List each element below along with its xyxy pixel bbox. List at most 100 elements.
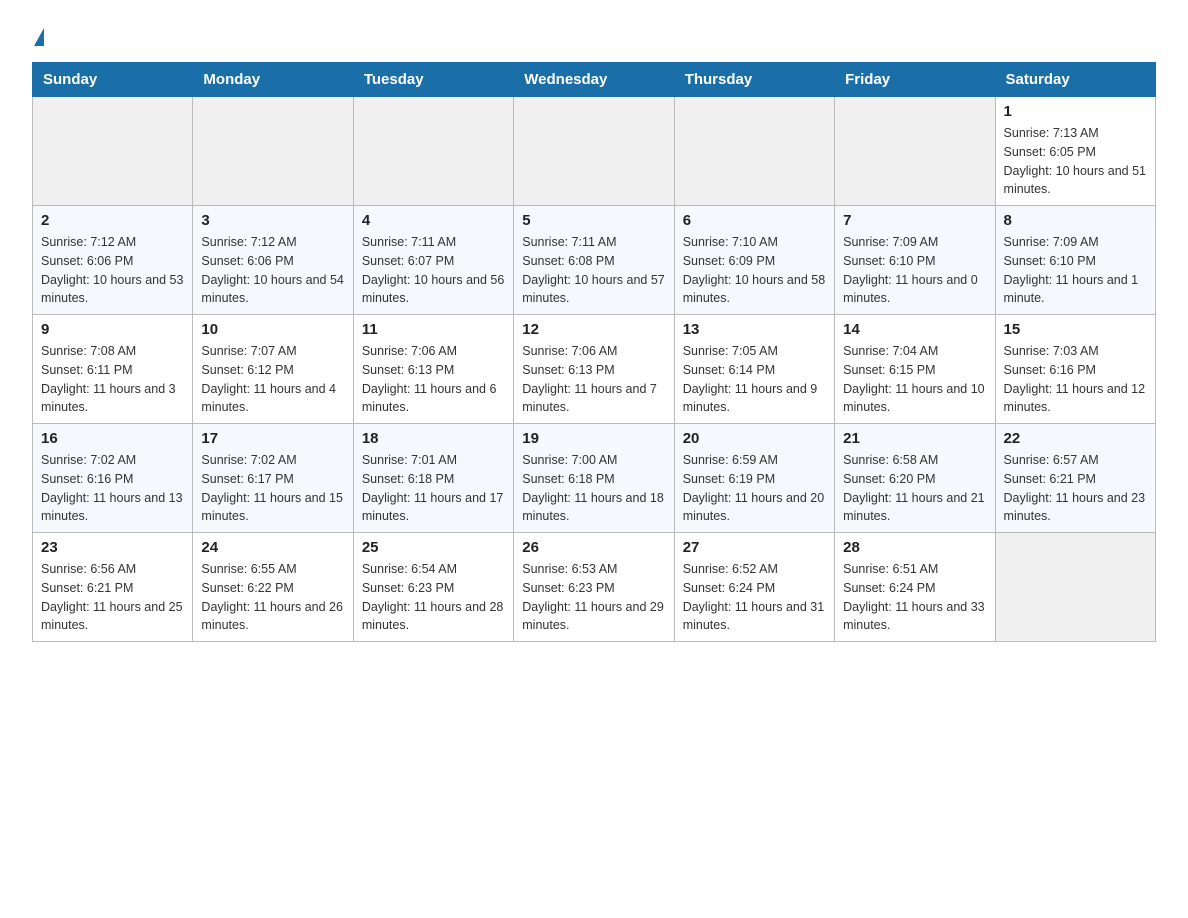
calendar-cell (835, 97, 995, 206)
day-info: Sunrise: 7:07 AMSunset: 6:12 PMDaylight:… (201, 342, 344, 417)
calendar-cell: 27 Sunrise: 6:52 AMSunset: 6:24 PMDayligh… (674, 533, 834, 642)
day-number: 12 (522, 321, 665, 338)
day-info: Sunrise: 7:01 AMSunset: 6:18 PMDaylight:… (362, 451, 505, 526)
day-info: Sunrise: 6:56 AMSunset: 6:21 PMDaylight:… (41, 560, 184, 635)
day-info: Sunrise: 7:12 AMSunset: 6:06 PMDaylight:… (41, 233, 184, 308)
calendar-week-row-4: 16 Sunrise: 7:02 AMSunset: 6:16 PMDayligh… (33, 424, 1156, 533)
day-number: 16 (41, 430, 184, 447)
calendar-cell (33, 97, 193, 206)
day-info: Sunrise: 7:11 AMSunset: 6:07 PMDaylight:… (362, 233, 505, 308)
day-info: Sunrise: 6:57 AMSunset: 6:21 PMDaylight:… (1004, 451, 1147, 526)
day-info: Sunrise: 6:59 AMSunset: 6:19 PMDaylight:… (683, 451, 826, 526)
weekday-header-tuesday: Tuesday (353, 63, 513, 97)
calendar-cell: 17 Sunrise: 7:02 AMSunset: 6:17 PMDayligh… (193, 424, 353, 533)
day-number: 17 (201, 430, 344, 447)
calendar-cell: 18 Sunrise: 7:01 AMSunset: 6:18 PMDayligh… (353, 424, 513, 533)
day-number: 10 (201, 321, 344, 338)
day-info: Sunrise: 6:52 AMSunset: 6:24 PMDaylight:… (683, 560, 826, 635)
calendar-cell: 25 Sunrise: 6:54 AMSunset: 6:23 PMDayligh… (353, 533, 513, 642)
calendar-cell: 16 Sunrise: 7:02 AMSunset: 6:16 PMDayligh… (33, 424, 193, 533)
day-info: Sunrise: 7:00 AMSunset: 6:18 PMDaylight:… (522, 451, 665, 526)
calendar-cell: 1 Sunrise: 7:13 AMSunset: 6:05 PMDaylight… (995, 97, 1155, 206)
calendar-cell: 4 Sunrise: 7:11 AMSunset: 6:07 PMDaylight… (353, 206, 513, 315)
day-info: Sunrise: 7:06 AMSunset: 6:13 PMDaylight:… (362, 342, 505, 417)
calendar-cell: 8Sunrise: 7:09 AMSunset: 6:10 PMDaylight… (995, 206, 1155, 315)
day-number: 5 (522, 212, 665, 229)
calendar-week-row-1: 1 Sunrise: 7:13 AMSunset: 6:05 PMDaylight… (33, 97, 1156, 206)
day-number: 24 (201, 539, 344, 556)
weekday-header-monday: Monday (193, 63, 353, 97)
day-number: 18 (362, 430, 505, 447)
day-number: 14 (843, 321, 986, 338)
day-number: 23 (41, 539, 184, 556)
day-number: 2 (41, 212, 184, 229)
day-number: 26 (522, 539, 665, 556)
calendar-cell: 14 Sunrise: 7:04 AMSunset: 6:15 PMDayligh… (835, 315, 995, 424)
day-number: 1 (1004, 103, 1147, 120)
weekday-header-sunday: Sunday (33, 63, 193, 97)
day-number: 6 (683, 212, 826, 229)
day-number: 20 (683, 430, 826, 447)
day-number: 4 (362, 212, 505, 229)
day-info: Sunrise: 7:10 AMSunset: 6:09 PMDaylight:… (683, 233, 826, 308)
calendar-week-row-3: 9 Sunrise: 7:08 AMSunset: 6:11 PMDaylight… (33, 315, 1156, 424)
calendar-cell: 13 Sunrise: 7:05 AMSunset: 6:14 PMDayligh… (674, 315, 834, 424)
calendar-cell: 24 Sunrise: 6:55 AMSunset: 6:22 PMDayligh… (193, 533, 353, 642)
day-number: 22 (1004, 430, 1147, 447)
calendar-cell (514, 97, 674, 206)
calendar-cell (674, 97, 834, 206)
calendar-cell: 7 Sunrise: 7:09 AMSunset: 6:10 PMDaylight… (835, 206, 995, 315)
day-info: Sunrise: 7:03 AMSunset: 6:16 PMDaylight:… (1004, 342, 1147, 417)
weekday-header-wednesday: Wednesday (514, 63, 674, 97)
calendar-cell (193, 97, 353, 206)
day-info: Sunrise: 7:09 AMSunset: 6:10 PMDaylight:… (1004, 233, 1147, 308)
calendar-cell: 9 Sunrise: 7:08 AMSunset: 6:11 PMDaylight… (33, 315, 193, 424)
day-number: 19 (522, 430, 665, 447)
weekday-header-friday: Friday (835, 63, 995, 97)
calendar-cell: 20 Sunrise: 6:59 AMSunset: 6:19 PMDayligh… (674, 424, 834, 533)
day-info: Sunrise: 6:53 AMSunset: 6:23 PMDaylight:… (522, 560, 665, 635)
day-number: 11 (362, 321, 505, 338)
calendar-cell: 12 Sunrise: 7:06 AMSunset: 6:13 PMDayligh… (514, 315, 674, 424)
calendar-cell: 22 Sunrise: 6:57 AMSunset: 6:21 PMDayligh… (995, 424, 1155, 533)
calendar-cell: 5 Sunrise: 7:11 AMSunset: 6:08 PMDaylight… (514, 206, 674, 315)
day-info: Sunrise: 7:11 AMSunset: 6:08 PMDaylight:… (522, 233, 665, 308)
calendar-week-row-2: 2 Sunrise: 7:12 AMSunset: 6:06 PMDaylight… (33, 206, 1156, 315)
day-info: Sunrise: 6:58 AMSunset: 6:20 PMDaylight:… (843, 451, 986, 526)
calendar-cell: 11 Sunrise: 7:06 AMSunset: 6:13 PMDayligh… (353, 315, 513, 424)
weekday-header-thursday: Thursday (674, 63, 834, 97)
day-info: Sunrise: 7:13 AMSunset: 6:05 PMDaylight:… (1004, 124, 1147, 199)
day-number: 3 (201, 212, 344, 229)
day-info: Sunrise: 7:09 AMSunset: 6:10 PMDaylight:… (843, 233, 986, 308)
day-info: Sunrise: 7:02 AMSunset: 6:17 PMDaylight:… (201, 451, 344, 526)
calendar-cell: 6 Sunrise: 7:10 AMSunset: 6:09 PMDaylight… (674, 206, 834, 315)
calendar-cell: 26 Sunrise: 6:53 AMSunset: 6:23 PMDayligh… (514, 533, 674, 642)
day-number: 27 (683, 539, 826, 556)
calendar-cell: 10 Sunrise: 7:07 AMSunset: 6:12 PMDayligh… (193, 315, 353, 424)
calendar-cell: 19 Sunrise: 7:00 AMSunset: 6:18 PMDayligh… (514, 424, 674, 533)
day-number: 21 (843, 430, 986, 447)
calendar-cell (353, 97, 513, 206)
day-info: Sunrise: 6:54 AMSunset: 6:23 PMDaylight:… (362, 560, 505, 635)
day-info: Sunrise: 7:08 AMSunset: 6:11 PMDaylight:… (41, 342, 184, 417)
calendar-cell (995, 533, 1155, 642)
calendar-table: SundayMondayTuesdayWednesdayThursdayFrid… (32, 62, 1156, 642)
day-number: 25 (362, 539, 505, 556)
logo (32, 24, 44, 46)
calendar-cell: 2 Sunrise: 7:12 AMSunset: 6:06 PMDaylight… (33, 206, 193, 315)
page-header (32, 24, 1156, 46)
day-number: 13 (683, 321, 826, 338)
calendar-cell: 3 Sunrise: 7:12 AMSunset: 6:06 PMDaylight… (193, 206, 353, 315)
day-info: Sunrise: 6:55 AMSunset: 6:22 PMDaylight:… (201, 560, 344, 635)
day-number: 9 (41, 321, 184, 338)
day-info: Sunrise: 6:51 AMSunset: 6:24 PMDaylight:… (843, 560, 986, 635)
day-info: Sunrise: 7:02 AMSunset: 6:16 PMDaylight:… (41, 451, 184, 526)
day-info: Sunrise: 7:06 AMSunset: 6:13 PMDaylight:… (522, 342, 665, 417)
day-info: Sunrise: 7:05 AMSunset: 6:14 PMDaylight:… (683, 342, 826, 417)
day-info: Sunrise: 7:04 AMSunset: 6:15 PMDaylight:… (843, 342, 986, 417)
day-number: 7 (843, 212, 986, 229)
day-number: 28 (843, 539, 986, 556)
weekday-header-saturday: Saturday (995, 63, 1155, 97)
calendar-cell: 23 Sunrise: 6:56 AMSunset: 6:21 PMDayligh… (33, 533, 193, 642)
day-info: Sunrise: 7:12 AMSunset: 6:06 PMDaylight:… (201, 233, 344, 308)
